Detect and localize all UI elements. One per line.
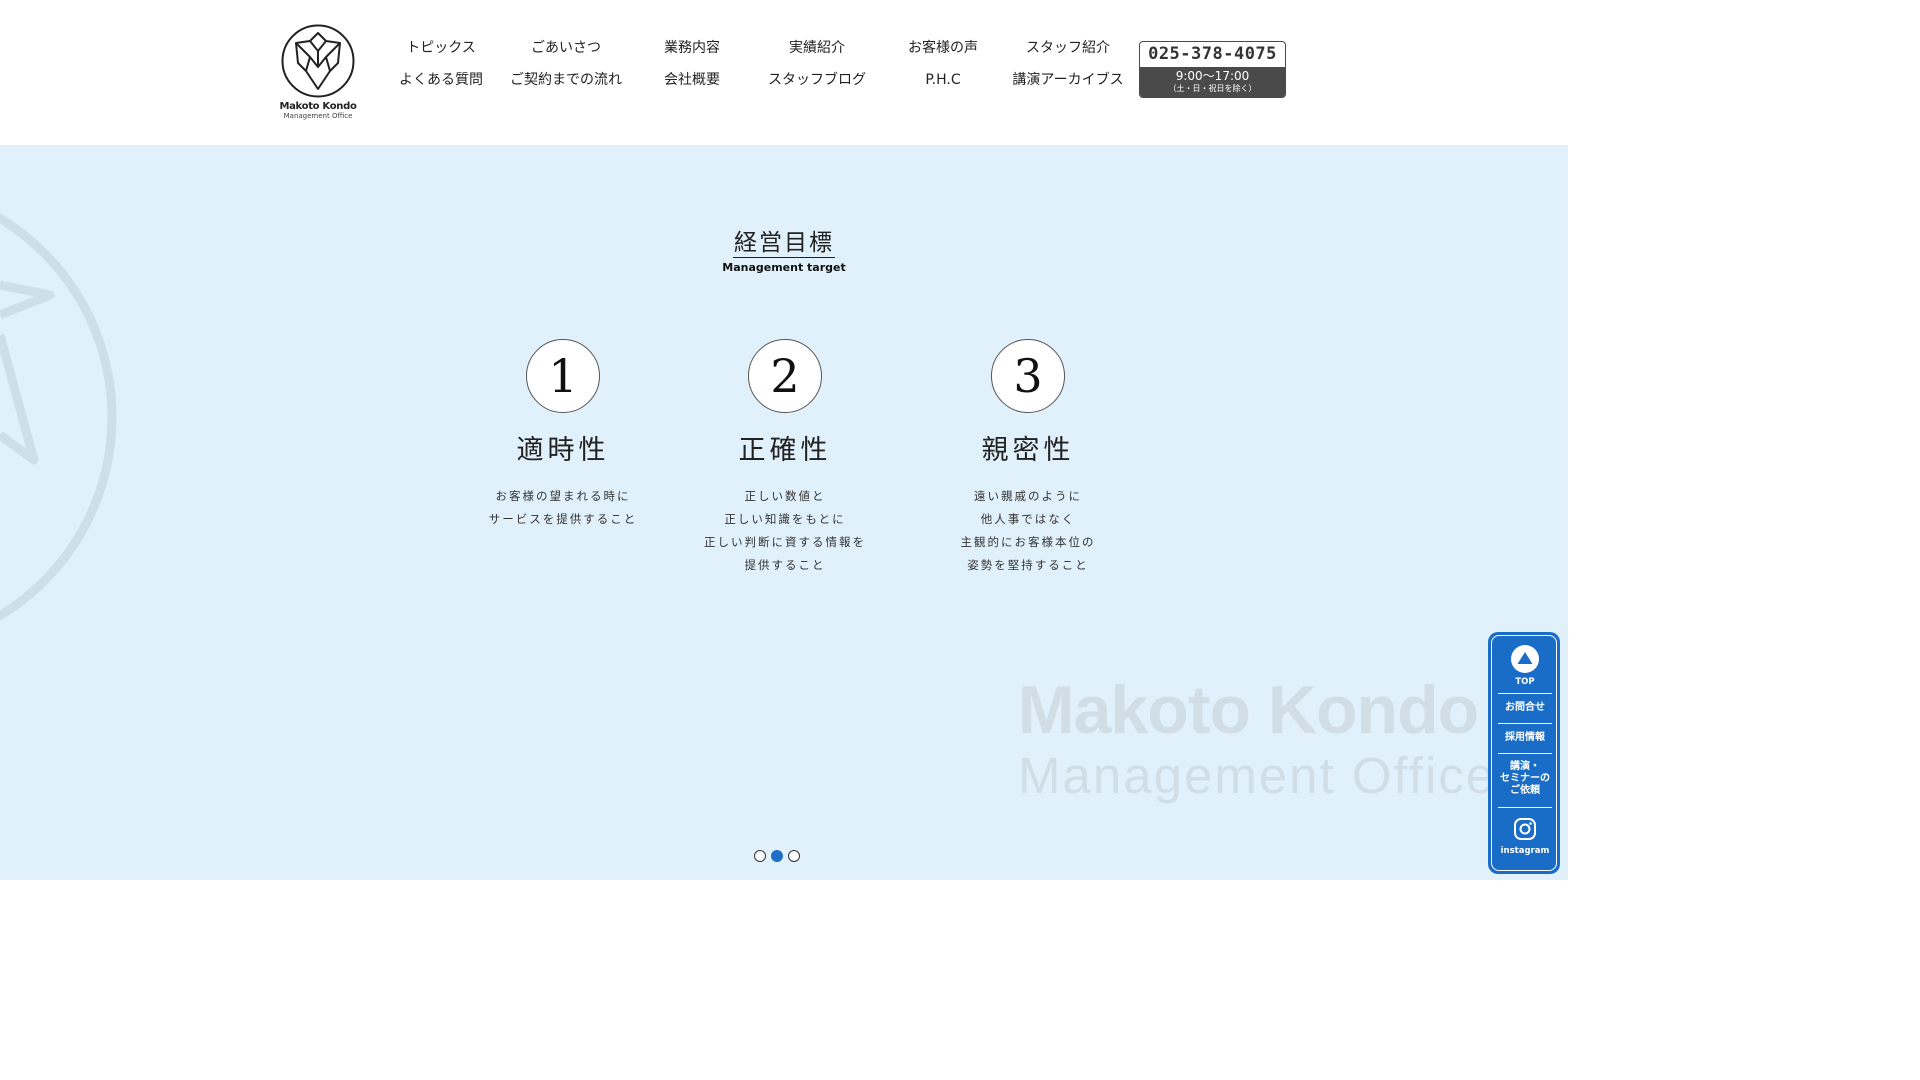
target-desc-line: サービスを提供すること bbox=[488, 512, 638, 526]
target-description: 遠い親戚のように 他人事ではなく 主観的にお客様本位の 姿勢を堅持すること bbox=[918, 485, 1138, 577]
target-title: 親密性 bbox=[981, 435, 1075, 466]
site-header: Makoto Kondo Management Office トピックス ごあい… bbox=[0, 0, 1568, 145]
sidebar-divider bbox=[1498, 807, 1552, 808]
seminar-label-line: 講演・ bbox=[1510, 761, 1540, 772]
nav-staff-blog[interactable]: スタッフブログ bbox=[754, 66, 880, 94]
instagram-icon bbox=[1514, 818, 1536, 840]
logo-leaf-icon bbox=[281, 24, 355, 98]
target-card-1: 1 適時性 お客様の望まれる時に サービスを提供すること bbox=[453, 339, 673, 531]
target-desc-line: 他人事ではなく bbox=[980, 512, 1076, 526]
target-desc-line: 遠い親戚のように bbox=[974, 489, 1082, 503]
tel-contact-box[interactable]: 025-378-4075 9:00〜17:00 （土・日・祝日を除く） bbox=[1139, 41, 1286, 98]
target-number-badge: 1 bbox=[526, 339, 600, 413]
nav-faq[interactable]: よくある質問 bbox=[378, 66, 504, 94]
instagram-label: instagram bbox=[1500, 846, 1550, 856]
target-title: 正確性 bbox=[738, 435, 832, 466]
logo-subtitle: Management Office bbox=[283, 112, 353, 120]
slider-pagination bbox=[754, 845, 805, 862]
nav-achievements[interactable]: 実績紹介 bbox=[754, 34, 880, 62]
contact-label: お問合せ bbox=[1505, 702, 1545, 713]
nav-services[interactable]: 業務内容 bbox=[629, 34, 755, 62]
target-description: お客様の望まれる時に サービスを提供すること bbox=[453, 485, 673, 531]
slider-dot-3[interactable] bbox=[788, 849, 800, 862]
management-target-section: Makoto Kondo Management Office 経営目標 Mana… bbox=[0, 145, 1568, 880]
target-card-2: 2 正確性 正しい数値と 正しい知識をもとに 正しい判断に資する情報を 提供する… bbox=[675, 339, 895, 577]
slider-dot-2[interactable] bbox=[771, 849, 783, 862]
seminar-request-link[interactable]: 講演・ セミナーの ご依頼 bbox=[1498, 761, 1552, 797]
contact-link[interactable]: お問合せ bbox=[1498, 702, 1552, 714]
nav-lecture-archives[interactable]: 講演アーカイブス bbox=[1005, 66, 1131, 94]
seminar-label-line: セミナーの bbox=[1500, 773, 1550, 784]
arrow-up-circle-icon bbox=[1511, 645, 1539, 673]
section-heading: 経営目標 Management target bbox=[684, 229, 884, 274]
target-desc-line: 提供すること bbox=[744, 558, 826, 572]
target-description: 正しい数値と 正しい知識をもとに 正しい判断に資する情報を 提供すること bbox=[675, 485, 895, 577]
top-label: TOP bbox=[1515, 677, 1535, 687]
nav-contract-flow[interactable]: ご契約までの流れ bbox=[503, 66, 629, 94]
target-desc-line: 正しい判断に資する情報を bbox=[704, 535, 866, 549]
section-subtitle: Management target bbox=[722, 261, 846, 274]
tel-hours-note: （土・日・祝日を除く） bbox=[1168, 84, 1257, 93]
recruit-link[interactable]: 採用情報 bbox=[1498, 732, 1552, 744]
nav-greeting[interactable]: ごあいさつ bbox=[503, 34, 629, 62]
seminar-label-line: ご依頼 bbox=[1510, 785, 1540, 796]
global-nav: トピックス ごあいさつ 業務内容 実績紹介 お客様の声 スタッフ紹介 よくある質… bbox=[378, 34, 1138, 98]
target-card-3: 3 親密性 遠い親戚のように 他人事ではなく 主観的にお客様本位の 姿勢を堅持す… bbox=[918, 339, 1138, 577]
target-desc-line: 正しい知識をもとに bbox=[724, 512, 846, 526]
watermark-line1: Makoto Kondo bbox=[1018, 672, 1479, 748]
sidebar-divider bbox=[1498, 753, 1552, 754]
nav-topics[interactable]: トピックス bbox=[378, 34, 504, 62]
recruit-label: 採用情報 bbox=[1505, 732, 1545, 743]
nav-staff[interactable]: スタッフ紹介 bbox=[1005, 34, 1131, 62]
site-logo[interactable]: Makoto Kondo Management Office bbox=[279, 23, 357, 123]
target-desc-line: お客様の望まれる時に bbox=[495, 489, 631, 503]
instagram-link[interactable]: instagram bbox=[1498, 817, 1552, 856]
tel-hours: 9:00〜17:00 bbox=[1175, 69, 1250, 83]
brand-watermark: Makoto Kondo Management Office bbox=[1018, 672, 1497, 807]
background-emblem-graphic bbox=[0, 213, 117, 621]
nav-testimonials[interactable]: お客様の声 bbox=[880, 34, 1006, 62]
target-number-badge: 2 bbox=[748, 339, 822, 413]
logo-name: Makoto Kondo bbox=[279, 101, 357, 112]
nav-phc[interactable]: P.H.C bbox=[880, 66, 1006, 94]
watermark-line2: Management Office bbox=[1018, 747, 1497, 804]
back-to-top-button[interactable]: TOP bbox=[1498, 644, 1552, 687]
tel-number[interactable]: 025-378-4075 bbox=[1140, 42, 1285, 67]
target-desc-line: 主観的にお客様本位の bbox=[960, 535, 1096, 549]
sidebar-divider bbox=[1498, 693, 1552, 694]
nav-company[interactable]: 会社概要 bbox=[629, 66, 755, 94]
target-title: 適時性 bbox=[516, 435, 610, 466]
target-desc-line: 正しい数値と bbox=[744, 489, 826, 503]
target-desc-line: 姿勢を堅持すること bbox=[967, 558, 1089, 572]
floating-side-menu: TOP お問合せ 採用情報 講演・ セミナーの ご依頼 instagram bbox=[1488, 632, 1560, 874]
sidebar-divider bbox=[1498, 723, 1552, 724]
tel-hours-band: 9:00〜17:00 （土・日・祝日を除く） bbox=[1140, 67, 1285, 97]
slider-dot-1[interactable] bbox=[754, 849, 766, 862]
target-number-badge: 3 bbox=[991, 339, 1065, 413]
section-title: 経営目標 bbox=[733, 230, 835, 258]
